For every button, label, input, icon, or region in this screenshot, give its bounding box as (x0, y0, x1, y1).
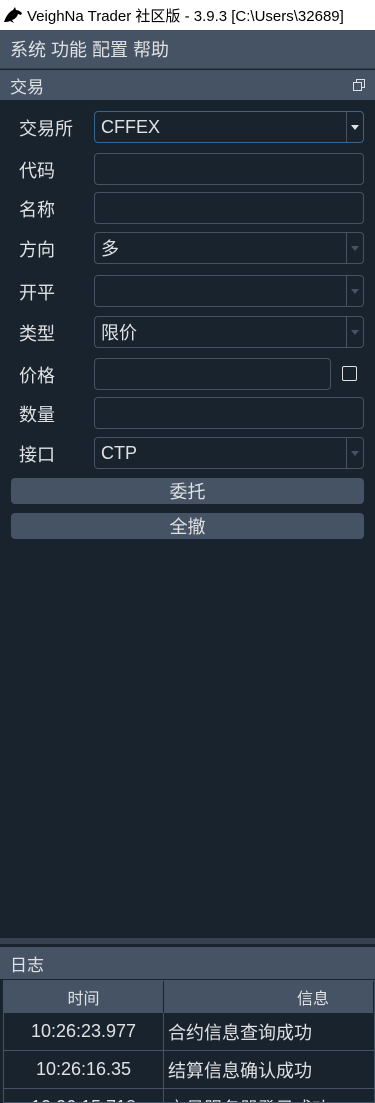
log-table: 时间 信息 10:26:23.977 合约信息查询成功 10:26:16.35 … (3, 980, 375, 1103)
order-type-label: 类型 (19, 324, 55, 345)
symbol-label: 代码 (19, 161, 55, 182)
table-row[interactable]: 10:26:23.977 合约信息查询成功 (4, 1013, 374, 1051)
volume-row: 数量 (0, 397, 375, 431)
cancel-all-button[interactable]: 全撤 (11, 513, 364, 539)
log-message-cell: 结算信息确认成功 (168, 1060, 312, 1082)
offset-select[interactable] (94, 275, 364, 307)
send-order-button[interactable]: 委托 (11, 478, 364, 504)
chevron-down-icon[interactable] (346, 317, 363, 347)
gateway-label: 接口 (19, 445, 55, 466)
direction-row: 方向 多 (0, 232, 375, 266)
log-time-cell: 10:26:15.718 (4, 1089, 164, 1102)
menu-function[interactable]: 功能 (49, 36, 90, 62)
chevron-down-icon[interactable] (346, 233, 363, 263)
direction-select[interactable]: 多 (94, 232, 364, 264)
price-label: 价格 (19, 366, 55, 387)
window-title: VeighNa Trader 社区版 - 3.9.3 [C:\Users\326… (27, 7, 344, 25)
trade-dock-title-label: 交易 (10, 77, 44, 98)
name-label: 名称 (19, 200, 55, 221)
symbol-row: 代码 (0, 153, 375, 187)
exchange-value: CFFEX (101, 116, 161, 137)
chevron-down-icon[interactable] (346, 276, 363, 306)
menu-config[interactable]: 配置 (90, 36, 131, 62)
name-row: 名称 (0, 192, 375, 226)
log-table-header: 时间 信息 (4, 981, 374, 1013)
trade-dock-title: 交易 (0, 70, 375, 100)
exchange-select[interactable]: CFFEX (94, 111, 364, 143)
menu-system[interactable]: 系统 (0, 36, 49, 62)
table-row[interactable]: 10:26:15.718 交易服务器登录成功 (4, 1089, 374, 1103)
horse-logo-icon (0, 0, 26, 30)
column-header-time[interactable]: 时间 (4, 981, 164, 1013)
offset-label: 开平 (19, 283, 55, 304)
chevron-down-icon[interactable] (346, 112, 363, 142)
log-time-cell: 10:26:23.977 (4, 1013, 164, 1050)
name-input[interactable] (94, 192, 364, 224)
price-checkbox[interactable] (342, 366, 357, 381)
price-row: 价格 (0, 358, 375, 392)
offset-row: 开平 (0, 275, 375, 309)
volume-label: 数量 (19, 405, 55, 426)
direction-label: 方向 (19, 240, 55, 261)
volume-input[interactable] (94, 397, 364, 429)
log-dock-title: 日志 (0, 947, 375, 979)
window-titlebar: VeighNa Trader 社区版 - 3.9.3 [C:\Users\326… (0, 0, 375, 30)
menu-help[interactable]: 帮助 (131, 36, 172, 62)
column-header-message[interactable]: 信息 (164, 981, 374, 1013)
log-message-cell: 合约信息查询成功 (168, 1022, 312, 1044)
gateway-value: CTP (101, 442, 137, 463)
order-type-value: 限价 (101, 323, 137, 343)
exchange-row: 交易所 CFFEX (0, 111, 375, 145)
gateway-row: 接口 CTP (0, 437, 375, 471)
log-time-cell: 10:26:16.35 (4, 1051, 164, 1088)
table-row[interactable]: 10:26:16.35 结算信息确认成功 (4, 1051, 374, 1089)
chevron-down-icon[interactable] (346, 438, 363, 468)
order-type-select[interactable]: 限价 (94, 316, 364, 348)
log-message-cell: 交易服务器登录成功 (164, 1089, 374, 1103)
exchange-label: 交易所 (19, 119, 73, 140)
dock-splitter[interactable] (0, 938, 375, 944)
symbol-input[interactable] (94, 153, 364, 185)
gateway-select[interactable]: CTP (94, 437, 364, 469)
direction-value: 多 (101, 239, 119, 259)
price-input[interactable] (94, 358, 331, 390)
menubar: 系统 功能 配置 帮助 (0, 30, 375, 69)
log-dock-title-label: 日志 (10, 955, 44, 976)
float-window-icon[interactable] (353, 79, 365, 91)
order-type-row: 类型 限价 (0, 316, 375, 350)
